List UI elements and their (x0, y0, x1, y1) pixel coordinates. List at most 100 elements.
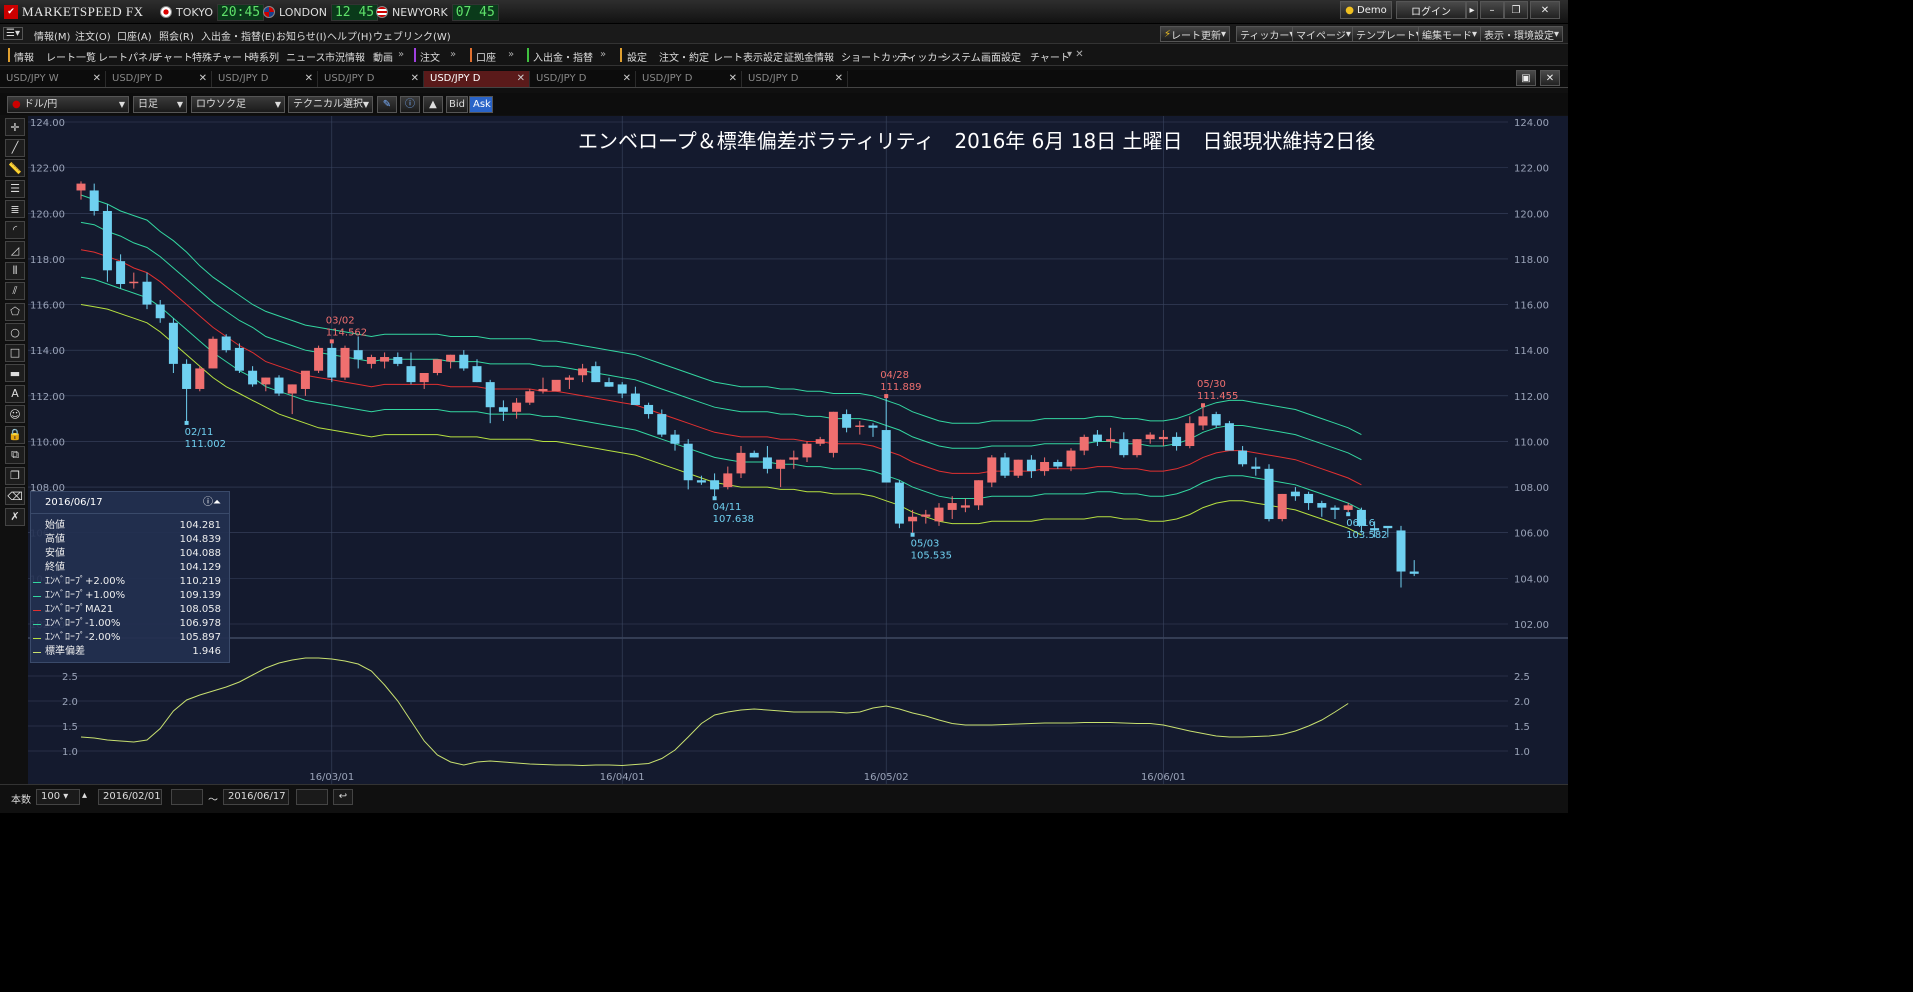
ask-button[interactable]: Ask (469, 96, 493, 113)
tab-usdjpy-d[interactable]: USD/JPY D ✕ (742, 71, 848, 87)
menu-inquiry[interactable]: 照会(R) (159, 28, 194, 43)
toolbar-dropdown-icon[interactable]: ▾ ✕ (1067, 49, 1084, 60)
text-icon[interactable]: A (5, 384, 25, 403)
reload-icon[interactable]: ↩ (333, 789, 353, 805)
toolbar-more-icon[interactable]: » (508, 49, 514, 60)
fan-icon[interactable]: ◜ (5, 220, 25, 239)
toolbar-chart2[interactable]: チャート (1030, 49, 1070, 64)
toolbar-rate-list[interactable]: レート一覧 (46, 49, 96, 64)
menu-info[interactable]: 情報(M) (34, 28, 70, 43)
emoji-icon[interactable]: ☺ (5, 405, 25, 423)
tab-usdjpy-d[interactable]: USD/JPY D ✕ (212, 71, 318, 87)
toolbar-more-icon[interactable]: » (398, 49, 404, 60)
info-icon[interactable]: ⓘ (400, 96, 420, 113)
count-select[interactable]: 100 ▾ (36, 789, 80, 805)
tab-usdjpy-d[interactable]: USD/JPY D ✕ (106, 71, 212, 87)
horizontal-lines-icon[interactable]: ☰ (5, 179, 25, 198)
toolbar-rate-display[interactable]: レート表示設定 (713, 49, 783, 64)
toolbar-margin-info[interactable]: 証拠金情報 (784, 49, 834, 64)
minimize-icon[interactable]: – (1480, 1, 1504, 19)
count-stepper-icon[interactable]: ▴ (82, 790, 87, 801)
tab-usdjpy-d[interactable]: USD/JPY D ✕ (636, 71, 742, 87)
rate-update-button[interactable]: ⚡ レート更新 ▾ (1160, 26, 1231, 42)
fibonacci-icon[interactable]: ≣ (5, 200, 25, 218)
trendline-icon[interactable]: ╱ (5, 138, 25, 157)
toolbar-more-icon[interactable]: » (450, 49, 456, 60)
toolbar-chart[interactable]: チャート (153, 49, 193, 64)
close-icon[interactable]: ✕ (1530, 1, 1560, 19)
info-collapse-icon[interactable]: ⓘ⏶ (203, 492, 221, 514)
tab-close-icon[interactable]: ✕ (835, 71, 843, 87)
tab-close-icon[interactable]: ✕ (93, 71, 101, 87)
toolbar-news[interactable]: ニュース (286, 49, 326, 64)
paste-icon[interactable]: ❐ (5, 466, 25, 485)
close-chart-icon[interactable]: ✕ (1540, 70, 1560, 86)
toolbar-video[interactable]: 動画 (373, 49, 393, 64)
menu-notice[interactable]: お知らせ(I) (276, 28, 327, 43)
crosshair-icon[interactable]: ✛ (5, 118, 25, 136)
tab-close-icon[interactable]: ✕ (305, 71, 313, 87)
ticker-button[interactable]: ティッカー▾ (1236, 26, 1299, 42)
ruler-icon[interactable]: 📏 (5, 159, 25, 177)
line-icon[interactable]: ▬ (5, 364, 25, 382)
rectangle-icon[interactable]: □ (5, 343, 25, 362)
bid-button[interactable]: Bid (446, 96, 468, 113)
time-to-field[interactable] (296, 789, 328, 805)
tab-usdjpy-d-active[interactable]: USD/JPY D ✕ (424, 71, 530, 87)
pencil-icon[interactable]: ✎ (377, 96, 397, 113)
menu-help[interactable]: ヘルプ(H) (327, 28, 372, 43)
tab-close-icon[interactable]: ✕ (623, 71, 631, 87)
circle-icon[interactable]: ○ (5, 323, 25, 341)
toolbar-more-icon[interactable]: » (600, 49, 606, 60)
template-button[interactable]: テンプレート▾ (1352, 26, 1425, 42)
tab-close-icon[interactable]: ✕ (517, 71, 525, 87)
date-from-field[interactable]: 2016/02/01 (98, 789, 162, 805)
eraser-icon[interactable]: ⌫ (5, 487, 25, 505)
toolbar-deposit[interactable]: 入出金・指替 (533, 49, 593, 64)
tab-usdjpy-d[interactable]: USD/JPY D ✕ (318, 71, 424, 87)
toolbar-rate-panel[interactable]: レートパネル (98, 49, 158, 64)
maximize-chart-icon[interactable]: ▣ (1516, 70, 1536, 86)
toolbar-info[interactable]: 情報 (14, 49, 34, 64)
technical-select[interactable]: テクニカル選択 ▼ (288, 96, 373, 113)
toolbar-market-info[interactable]: 市況情報 (325, 49, 365, 64)
toolbar-account[interactable]: 口座 (476, 49, 496, 64)
toolbar-order-exec[interactable]: 注文・約定 (659, 49, 709, 64)
menu-order[interactable]: 注文(O) (75, 28, 111, 43)
restore-icon[interactable]: ❐ (1504, 1, 1528, 19)
chart-style-select[interactable]: ロウソク足 ▼ (191, 96, 285, 113)
tab-usdjpy-d[interactable]: USD/JPY D ✕ (530, 71, 636, 87)
toolbar-special-chart[interactable]: 特殊チャート (192, 49, 252, 64)
toolbar-screen-settings[interactable]: 画面設定 (981, 49, 1021, 64)
tab-usdjpy-w[interactable]: USD/JPY W ✕ (0, 71, 106, 87)
time-from-field[interactable] (171, 789, 203, 805)
tab-close-icon[interactable]: ✕ (729, 71, 737, 87)
date-to-field[interactable]: 2016/06/17 (223, 789, 289, 805)
menu-account[interactable]: 口座(A) (117, 28, 152, 43)
edit-mode-button[interactable]: 編集モード ▾ (1418, 26, 1482, 42)
toolbar-system[interactable]: システム (941, 49, 981, 64)
display-settings-button[interactable]: 表示・環境設定 ▾ (1480, 26, 1564, 42)
copy-icon[interactable]: ⧉ (5, 446, 25, 464)
toolbar-order[interactable]: 注文 (420, 49, 440, 64)
menu-weblink[interactable]: ウェブリンク(W) (373, 28, 451, 43)
period-select[interactable]: 日足 ▼ (133, 96, 187, 113)
menu-deposit[interactable]: 入出金・指替(E) (201, 28, 275, 43)
gann-icon[interactable]: ◿ (5, 241, 25, 259)
pentagon-icon[interactable]: ⬠ (5, 302, 25, 321)
demo-button[interactable]: ● Demo (1340, 1, 1392, 19)
hamburger-menu-icon[interactable]: ☰▾ (3, 27, 23, 40)
toolbar-timeseries[interactable]: 時系列 (249, 49, 279, 64)
tab-close-icon[interactable]: ✕ (199, 71, 207, 87)
lock-icon[interactable]: 🔒 (5, 425, 25, 444)
currency-pair-select[interactable]: ● ドル/円 ▼ (7, 96, 129, 113)
chart-area[interactable]: 124.00 124.00 122.00 122.00 120.00 120.00 118.… (28, 116, 1568, 784)
candlestick-chart[interactable]: 124.00 124.00 122.00 122.00 120.00 120.00 118.… (28, 116, 1568, 784)
login-button[interactable]: ログイン (1396, 1, 1466, 19)
tab-close-icon[interactable]: ✕ (411, 71, 419, 87)
eraser-all-icon[interactable]: ✗ (5, 507, 25, 526)
vertical-lines-icon[interactable]: ⦀ (5, 261, 25, 280)
area-chart-icon[interactable]: ▲ (423, 96, 443, 113)
toolbar-ticker[interactable]: ティッカー (898, 49, 947, 64)
login-menu-arrow-icon[interactable]: ▸ (1466, 1, 1478, 19)
